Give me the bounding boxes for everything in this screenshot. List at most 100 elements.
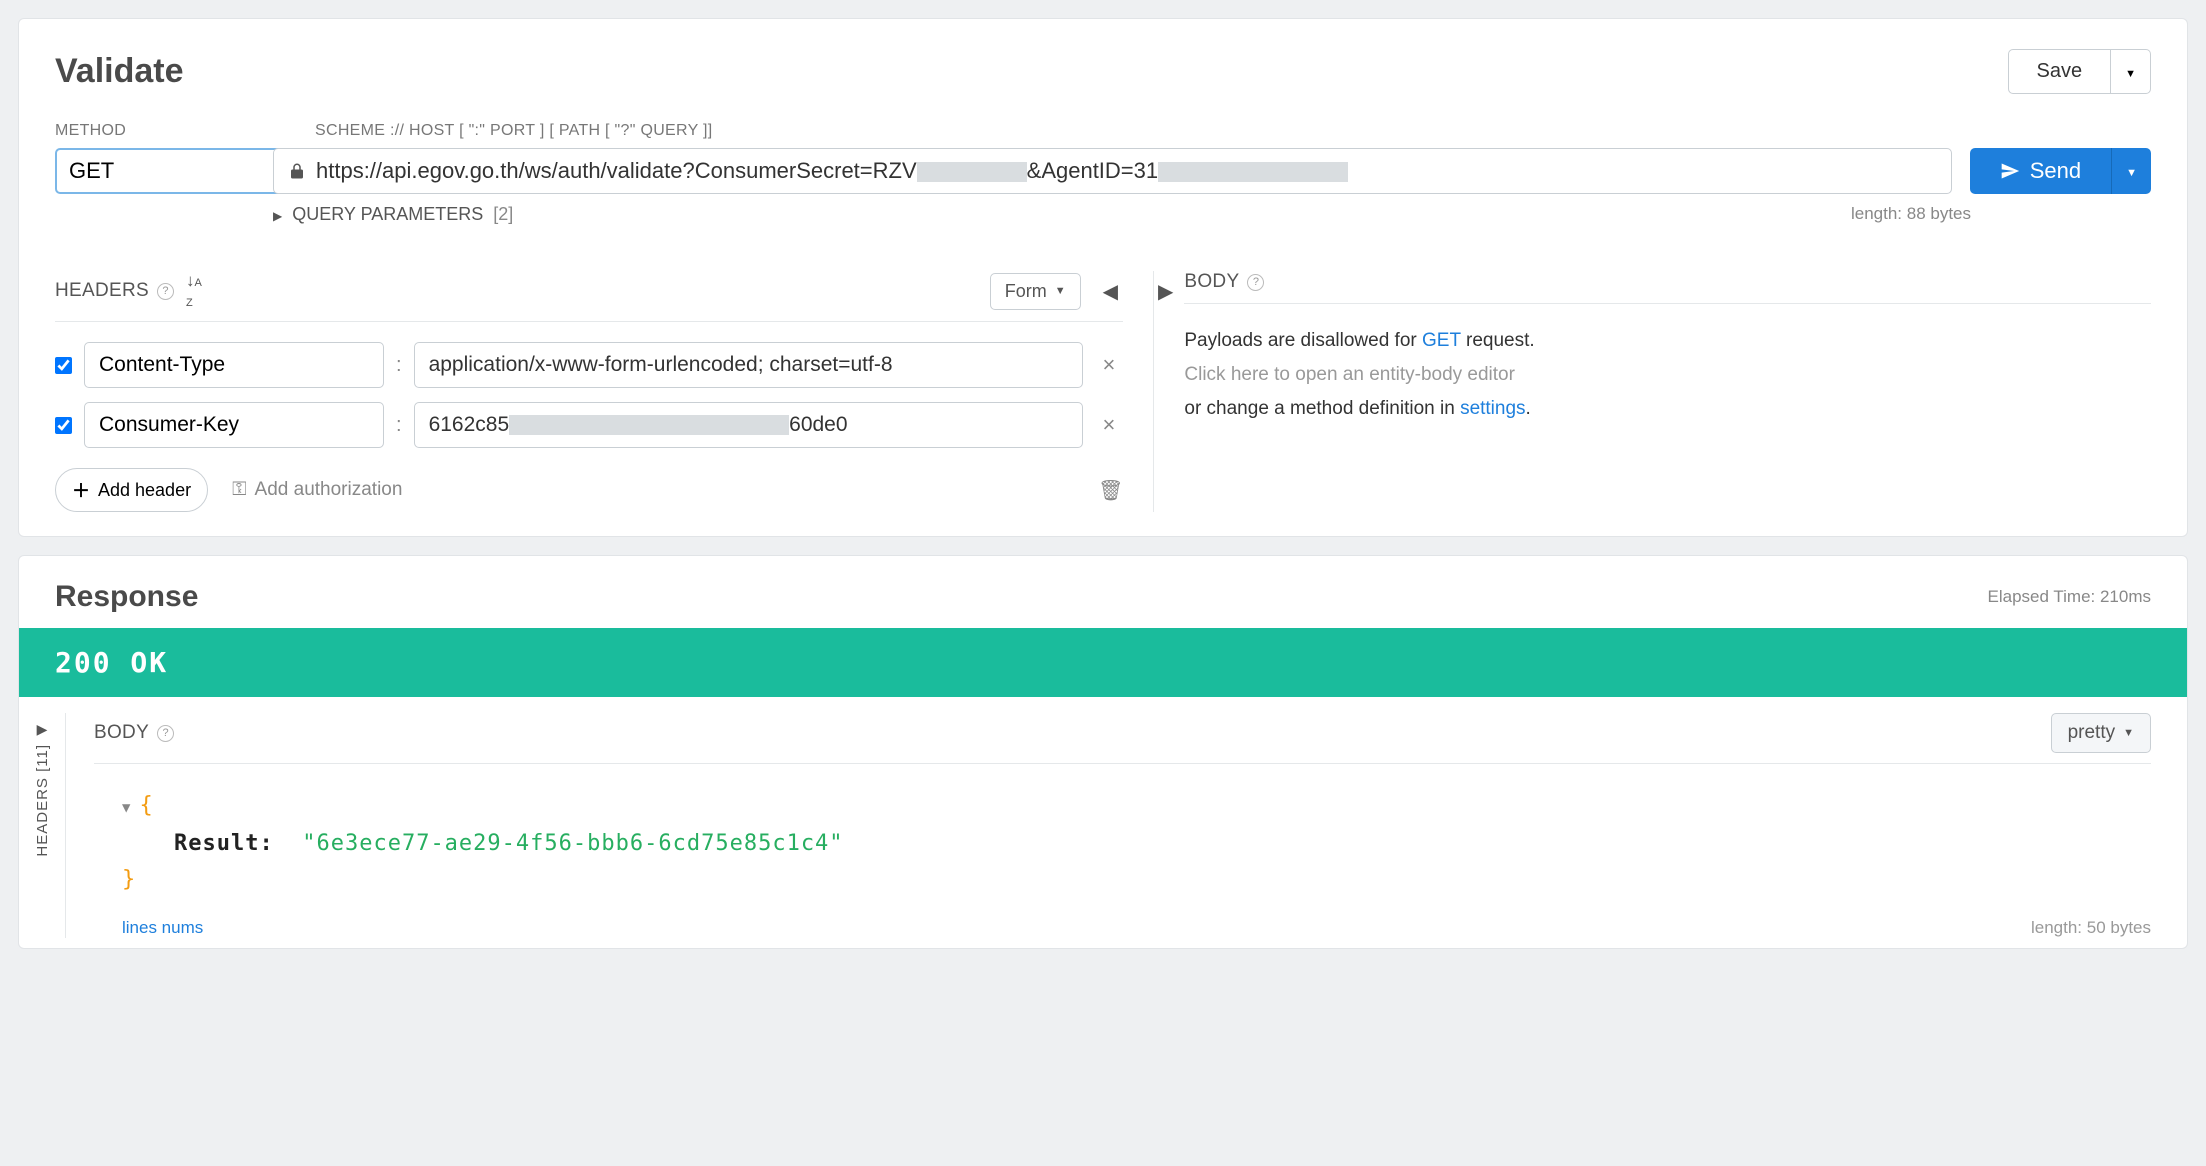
json-collapse-icon[interactable]: ▼	[122, 800, 131, 816]
body-msg-text: or change a method definition in	[1184, 398, 1460, 419]
header-value-input[interactable]: 6162c85 60de0	[414, 402, 1083, 448]
header-row: : application/x-www-form-urlencoded; cha…	[55, 342, 1123, 388]
body-msg-line1: Payloads are disallowed for GET request.	[1184, 324, 2151, 358]
url-part-2: &AgentID=31	[1027, 158, 1158, 183]
headers-sort-icon[interactable]: ↓AZ	[186, 271, 202, 311]
send-button-group: Send	[1970, 148, 2151, 194]
response-header: Response Elapsed Time: 210ms	[19, 556, 2187, 628]
form-toggle-caret-icon	[1055, 285, 1066, 297]
response-headers-label: HEADERS [11]	[34, 744, 51, 857]
headers-section-header: HEADERS ? ↓AZ Form ◀ ▶	[55, 271, 1123, 322]
header-val-redacted	[509, 415, 789, 435]
body-msg-text: .	[1526, 398, 1531, 419]
add-header-button[interactable]: ＋ Add header	[55, 468, 208, 512]
response-title: Response	[55, 580, 198, 614]
header-name-input[interactable]	[84, 402, 384, 448]
header-name-input[interactable]	[84, 342, 384, 388]
headers-footer: ＋ Add header ⚿ Add authorization 🗑	[55, 468, 1123, 512]
collapse-right-icon[interactable]: ▶	[1158, 279, 1173, 304]
request-title: Validate	[55, 52, 184, 91]
headers-section: HEADERS ? ↓AZ Form ◀ ▶	[55, 271, 1153, 512]
clear-headers-icon[interactable]: 🗑	[1098, 478, 1123, 503]
add-authorization-button[interactable]: ⚿ Add authorization	[232, 479, 402, 501]
header-colon: :	[396, 354, 402, 377]
json-value: "6e3ece77-ae29-4f56-bbb6-6cd75e85c1c4"	[302, 831, 843, 856]
response-footer: lines nums length: 50 bytes	[122, 918, 2151, 938]
body-msg-line3: or change a method definition in setting…	[1184, 392, 2151, 426]
send-label: Send	[2030, 158, 2081, 184]
json-close-brace: }	[122, 867, 136, 892]
query-parameters-toggle[interactable]: QUERY PARAMETERS [2]	[273, 204, 513, 225]
body-title: BODY	[1184, 271, 1239, 293]
header-colon: :	[396, 414, 402, 437]
header-row: : 6162c85 60de0 ×	[55, 402, 1123, 448]
url-part-1: https://api.egov.go.th/ws/auth/validate?…	[316, 158, 917, 183]
headers-form-toggle[interactable]: Form	[990, 273, 1081, 310]
header-delete-icon[interactable]: ×	[1095, 352, 1124, 378]
method-group	[55, 148, 255, 194]
collapse-left-icon[interactable]: ◀	[1103, 279, 1118, 304]
url-redacted-1	[917, 162, 1027, 182]
response-headers-vertical-tab[interactable]: ▶ HEADERS [11]	[19, 713, 65, 938]
send-button[interactable]: Send	[1970, 148, 2111, 194]
header-value-input[interactable]: application/x-www-form-urlencoded; chars…	[414, 342, 1083, 388]
pretty-toggle[interactable]: pretty	[2051, 713, 2151, 753]
add-header-label: Add header	[98, 480, 191, 501]
url-length-info: length: 88 bytes	[1851, 204, 1971, 225]
elapsed-time: Elapsed Time: 210ms	[1988, 587, 2151, 607]
body-msg-line2[interactable]: Click here to open an entity-body editor	[1184, 358, 2151, 392]
query-params-label: QUERY PARAMETERS	[292, 204, 483, 225]
request-header: Validate Save	[55, 49, 2151, 94]
pretty-caret-icon	[2123, 727, 2134, 739]
response-panel: Response Elapsed Time: 210ms 200 OK ▶ HE…	[18, 555, 2188, 949]
body-msg-settings-link[interactable]: settings	[1460, 398, 1525, 419]
body-section: BODY ? Payloads are disallowed for GET r…	[1153, 271, 2151, 512]
url-row: https://api.egov.go.th/ws/auth/validate?…	[55, 148, 2151, 194]
response-body-title: BODY	[94, 722, 149, 744]
header-val-suffix: 60de0	[789, 413, 847, 436]
response-content: ▶ HEADERS [11] BODY ? pretty ▼{ Result: …	[19, 697, 2187, 948]
header-delete-icon[interactable]: ×	[1095, 412, 1124, 438]
headers-title: HEADERS	[55, 280, 149, 302]
lock-icon	[288, 162, 306, 180]
status-bar: 200 OK	[19, 628, 2187, 697]
body-msg-get-link[interactable]: GET	[1422, 330, 1461, 351]
method-label: METHOD	[55, 122, 315, 140]
body-msg-text: Payloads are disallowed for	[1184, 330, 1422, 351]
field-labels: METHOD SCHEME :// HOST [ ":" PORT ] [ PA…	[55, 122, 2151, 140]
response-body-header: BODY ? pretty	[94, 713, 2151, 764]
sections-row: HEADERS ? ↓AZ Form ◀ ▶	[55, 271, 2151, 512]
json-open-brace: {	[139, 793, 153, 818]
send-icon	[2000, 161, 2020, 181]
response-json: ▼{ Result: "6e3ece77-ae29-4f56-bbb6-6cd7…	[122, 788, 2151, 898]
header-val-prefix: 6162c85	[429, 413, 510, 436]
send-dropdown-caret[interactable]	[2111, 148, 2151, 194]
url-input[interactable]: https://api.egov.go.th/ws/auth/validate?…	[273, 148, 1952, 194]
form-toggle-label: Form	[1005, 281, 1047, 302]
pretty-label: pretty	[2068, 722, 2116, 744]
section-collapse-arrows: ◀ ▶	[1103, 279, 1174, 304]
body-section-header: BODY ?	[1184, 271, 2151, 304]
body-msg-text: request.	[1461, 330, 1535, 351]
save-dropdown-caret[interactable]	[2111, 49, 2151, 94]
header-val-text: application/x-www-form-urlencoded; chars…	[429, 353, 893, 376]
response-headers-caret-icon: ▶	[37, 721, 48, 738]
url-text: https://api.egov.go.th/ws/auth/validate?…	[316, 158, 1937, 184]
save-button[interactable]: Save	[2008, 49, 2112, 94]
request-panel: Validate Save METHOD SCHEME :// HOST [ "…	[18, 18, 2188, 537]
response-length-info: length: 50 bytes	[2031, 918, 2151, 938]
header-enabled-checkbox[interactable]	[55, 417, 72, 434]
body-help-icon[interactable]: ?	[1247, 274, 1264, 291]
under-url-row: QUERY PARAMETERS [2] length: 88 bytes	[273, 204, 1971, 225]
query-params-count: [2]	[493, 204, 513, 225]
key-icon: ⚿	[232, 479, 246, 501]
header-enabled-checkbox[interactable]	[55, 357, 72, 374]
query-params-caret-icon	[273, 204, 282, 225]
headers-help-icon[interactable]: ?	[157, 283, 174, 300]
body-message: Payloads are disallowed for GET request.…	[1184, 324, 2151, 426]
url-label: SCHEME :// HOST [ ":" PORT ] [ PATH [ "?…	[315, 122, 713, 140]
response-body-help-icon[interactable]: ?	[157, 725, 174, 742]
response-body-section: BODY ? pretty ▼{ Result: "6e3ece77-ae29-…	[65, 713, 2187, 938]
json-key: Result	[174, 831, 259, 856]
lines-nums-link[interactable]: lines nums	[122, 918, 203, 938]
